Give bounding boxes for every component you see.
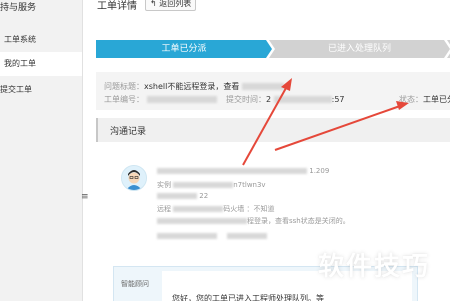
redacted-block	[157, 168, 307, 174]
sidebar-heading: 持与服务	[0, 3, 37, 13]
sidebar: 持与服务 工单系统 我的工单 提交工单	[0, 0, 83, 301]
user-avatar	[121, 165, 147, 191]
redacted-block	[227, 233, 268, 239]
advisor-reply-text: 您好，您的工单已进入工程师处理队列。等	[172, 294, 324, 301]
submit-time-label: 提交时间：	[226, 95, 266, 104]
back-to-list-button[interactable]: ↰ 返回列表	[145, 0, 197, 11]
message-line-port: 22	[157, 192, 208, 200]
message-line-instance: 实例 n7tlwn3v	[157, 180, 266, 190]
message-line3-prefix: 远程	[157, 205, 171, 213]
redacted-block	[157, 233, 217, 239]
communication-header: 沟通记录	[96, 118, 450, 142]
back-button-label: 返回列表	[159, 0, 192, 8]
message-line2: 22	[199, 192, 209, 200]
sidebar-item-label: 我的工单	[4, 59, 36, 68]
page-title: 工单详情	[97, 1, 137, 12]
ticket-title-row: 问题标题：xshell不能远程登录，查看	[104, 81, 284, 92]
redacted-block	[146, 96, 217, 103]
message-ip-suffix: 1.209	[309, 167, 330, 175]
sidebar-item-my-tickets[interactable]: 我的工单	[0, 52, 82, 76]
message-line4: 程登录，查看ssh状态是关闭的。	[247, 217, 350, 225]
message-line-ip: 1.209	[157, 167, 329, 175]
redacted-block	[173, 182, 234, 188]
status-label: 状态：	[399, 95, 423, 104]
redacted-block	[241, 83, 284, 90]
status-value: 工单已分	[423, 95, 450, 104]
submit-time-row: 提交时间：2 :57	[226, 94, 345, 105]
message-line-ssh: 程登录，查看ssh状态是关闭的。	[157, 216, 350, 226]
ticket-title-value: xshell不能远程登录，查看	[144, 82, 240, 91]
redacted-block	[157, 193, 197, 199]
ticket-number-row: 工单编号：	[104, 94, 217, 105]
submit-time-prefix: 2	[266, 95, 272, 104]
sidebar-collapse-icon[interactable]: ≡	[81, 192, 89, 202]
progress-steps: 工单已分派 已进入处理队列	[96, 40, 450, 58]
redacted-block	[273, 96, 332, 103]
submit-time-suffix: :57	[331, 95, 345, 104]
ticket-info-panel: 问题标题：xshell不能远程登录，查看 工单编号： 提交时间：2 :57 状态…	[96, 72, 450, 110]
back-arrow-icon: ↰	[150, 0, 157, 8]
message-line3-suffix: 码火墙 ：不知道	[223, 205, 275, 213]
watermark: 软件技巧	[318, 252, 431, 282]
advisor-label: 智能顾问	[121, 280, 149, 288]
communication-title: 沟通记录	[110, 127, 147, 137]
sidebar-item-ticket-system[interactable]: 工单系统	[4, 34, 36, 45]
screen: 持与服务 工单系统 我的工单 提交工单 ≡ 工单详情 ↰ 返回列表 工单已分派 …	[0, 0, 450, 301]
message-line1-prefix: 实例	[157, 181, 171, 189]
redacted-block	[157, 218, 247, 224]
ticket-title-label: 问题标题：	[104, 82, 144, 91]
step-assigned: 工单已分派	[96, 40, 272, 58]
message-line1-suffix: n7tlwn3v	[233, 181, 266, 189]
ticket-number-label: 工单编号：	[104, 95, 144, 104]
sidebar-item-submit-ticket[interactable]: 提交工单	[0, 84, 32, 95]
step-in-queue: 已进入处理队列	[269, 40, 450, 58]
avatar-icon	[122, 166, 146, 190]
redacted-block	[173, 206, 224, 212]
message-line-redacted	[157, 232, 268, 240]
message-line-firewall: 远程 码火墙 ：不知道	[157, 204, 274, 214]
status-row: 状态：工单已分	[399, 94, 450, 105]
